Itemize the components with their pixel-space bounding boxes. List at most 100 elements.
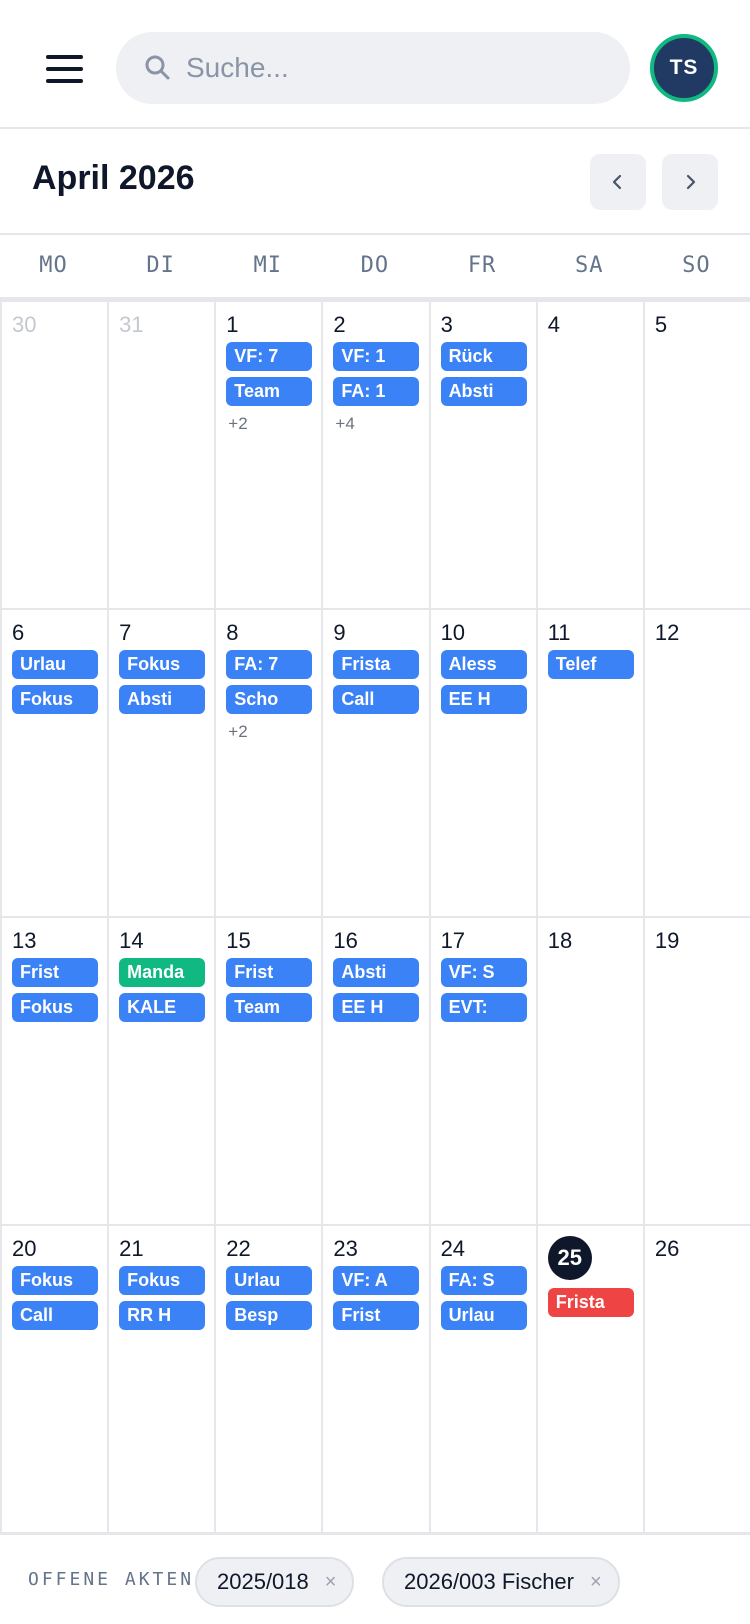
event-chip[interactable]: Fokus — [12, 1266, 98, 1295]
event-chip[interactable]: Frista — [333, 650, 420, 679]
calendar-day[interactable]: 1 VF: 7 Team +2 — [214, 300, 324, 610]
calendar-day[interactable]: 11 Telef — [535, 608, 645, 918]
event-chip[interactable]: Team — [226, 993, 313, 1022]
event-chip[interactable]: Call — [333, 685, 420, 714]
event-chip[interactable]: VF: S — [440, 958, 527, 987]
calendar-day[interactable]: 4 — [535, 300, 645, 610]
weekday-label: DO — [360, 253, 390, 278]
month-header: April 2026 — [0, 129, 750, 235]
day-number: 15 — [226, 928, 251, 953]
event-chip[interactable]: Frist — [226, 958, 313, 987]
next-month-button[interactable] — [662, 154, 718, 210]
event-chip[interactable]: FA: 1 — [333, 377, 420, 406]
file-chip[interactable]: 2026/003 Fischer × — [382, 1557, 620, 1607]
calendar-day[interactable]: 17 VF: S EVT: — [428, 916, 538, 1226]
event-chip[interactable]: Absti — [119, 685, 206, 714]
event-chip[interactable]: Manda — [119, 958, 206, 987]
event-chip[interactable]: Frist — [12, 958, 98, 987]
calendar-day[interactable]: 2 VF: 1 FA: 1 +4 — [321, 300, 431, 610]
more-events-link[interactable]: +2 — [228, 722, 247, 742]
event-chip[interactable]: Fokus — [12, 685, 98, 714]
event-chip[interactable]: Team — [226, 377, 313, 406]
event-chip[interactable]: Fokus — [12, 993, 98, 1022]
calendar-day-today[interactable]: 25 Frista — [535, 1224, 645, 1534]
avatar[interactable]: TS — [650, 34, 718, 102]
calendar-day[interactable]: 18 — [535, 916, 645, 1226]
file-chip-label: 2026/003 Fischer — [404, 1569, 574, 1594]
calendar-day[interactable]: 21 Fokus RR H — [107, 1224, 217, 1534]
prev-month-button[interactable] — [590, 154, 646, 210]
more-events-link[interactable]: +2 — [228, 414, 247, 434]
calendar-day[interactable]: 7 Fokus Absti — [107, 608, 217, 918]
menu-line — [46, 79, 83, 83]
calendar-day[interactable]: 12 — [642, 608, 750, 918]
calendar-day[interactable]: 31 — [107, 300, 217, 610]
event-chip[interactable]: Absti — [440, 377, 527, 406]
calendar-day[interactable]: 13 Frist Fokus — [0, 916, 110, 1226]
event-chip[interactable]: Fokus — [119, 650, 206, 679]
event-chip[interactable]: VF: 7 — [226, 342, 313, 371]
close-icon[interactable]: × — [590, 1571, 602, 1594]
event-chip[interactable]: Besp — [226, 1301, 313, 1330]
event-chip[interactable]: Telef — [547, 650, 634, 679]
event-chip[interactable]: VF: 1 — [333, 342, 420, 371]
event-chip[interactable]: EE H — [333, 993, 420, 1022]
day-number: 24 — [440, 1236, 466, 1261]
calendar-day[interactable]: 3 Rück Absti — [428, 300, 538, 610]
event-chip[interactable]: Call — [12, 1301, 98, 1330]
event-chip[interactable]: Aless — [440, 650, 527, 679]
event-chip[interactable]: EVT: — [440, 993, 527, 1022]
calendar-day[interactable]: 5 — [642, 300, 750, 610]
calendar-day[interactable]: 30 — [0, 300, 110, 610]
calendar-day[interactable]: 8 FA: 7 Scho +2 — [214, 608, 324, 918]
day-number: 12 — [654, 620, 680, 645]
event-chip[interactable]: Fokus — [119, 1266, 206, 1295]
calendar-day[interactable]: 23 VF: A Frist — [321, 1224, 431, 1534]
event-chip[interactable]: FA: S — [440, 1266, 527, 1295]
day-number: 30 — [12, 312, 37, 337]
day-number: 31 — [119, 312, 144, 337]
chevron-left-icon — [612, 174, 622, 190]
calendar-day[interactable]: 16 Absti EE H — [321, 916, 431, 1226]
day-number: 9 — [333, 620, 346, 645]
menu-line — [46, 67, 83, 71]
calendar-day[interactable]: 26 — [642, 1224, 750, 1534]
calendar-day[interactable]: 14 Manda KALE — [107, 916, 217, 1226]
event-chip[interactable]: RR H — [119, 1301, 206, 1330]
more-events-link[interactable]: +4 — [335, 414, 354, 434]
day-number: 7 — [119, 620, 132, 645]
event-chip[interactable]: Rück — [440, 342, 527, 371]
open-files-bar: OFFENE AKTEN 2025/018 × 2026/003 Fischer… — [0, 1532, 750, 1624]
day-number: 17 — [440, 928, 466, 953]
event-chip[interactable]: EE H — [440, 685, 527, 714]
event-chip[interactable]: Urlau — [226, 1266, 313, 1295]
event-chip[interactable]: KALE — [119, 993, 206, 1022]
calendar-day[interactable]: 24 FA: S Urlau — [428, 1224, 538, 1534]
event-chip[interactable]: Urlau — [440, 1301, 527, 1330]
calendar-day[interactable]: 15 Frist Team — [214, 916, 324, 1226]
event-chip[interactable]: FA: 7 — [226, 650, 313, 679]
day-number: 6 — [12, 620, 25, 645]
calendar-day[interactable]: 9 Frista Call — [321, 608, 431, 918]
file-chip[interactable]: 2025/018 × — [195, 1557, 355, 1607]
search-icon — [145, 55, 170, 80]
calendar-day[interactable]: 22 Urlau Besp — [214, 1224, 324, 1534]
calendar-day[interactable]: 19 — [642, 916, 750, 1226]
search-input[interactable] — [186, 46, 606, 90]
event-chip[interactable]: Urlau — [12, 650, 98, 679]
day-number: 20 — [12, 1236, 37, 1261]
event-chip[interactable]: Absti — [333, 958, 420, 987]
event-chip[interactable]: Frist — [333, 1301, 420, 1330]
event-chip[interactable]: Frista — [547, 1288, 634, 1317]
hamburger-menu-icon[interactable] — [38, 48, 90, 88]
day-number: 1 — [226, 312, 239, 337]
calendar-day[interactable]: 6 Urlau Fokus — [0, 608, 110, 918]
weekday-label: SA — [574, 253, 604, 278]
event-chip[interactable]: Scho — [226, 685, 313, 714]
day-number: 18 — [547, 928, 573, 953]
search-bar[interactable] — [116, 32, 630, 104]
close-icon[interactable]: × — [325, 1571, 337, 1594]
calendar-day[interactable]: 20 Fokus Call — [0, 1224, 110, 1534]
calendar-day[interactable]: 10 Aless EE H — [428, 608, 538, 918]
event-chip[interactable]: VF: A — [333, 1266, 420, 1295]
